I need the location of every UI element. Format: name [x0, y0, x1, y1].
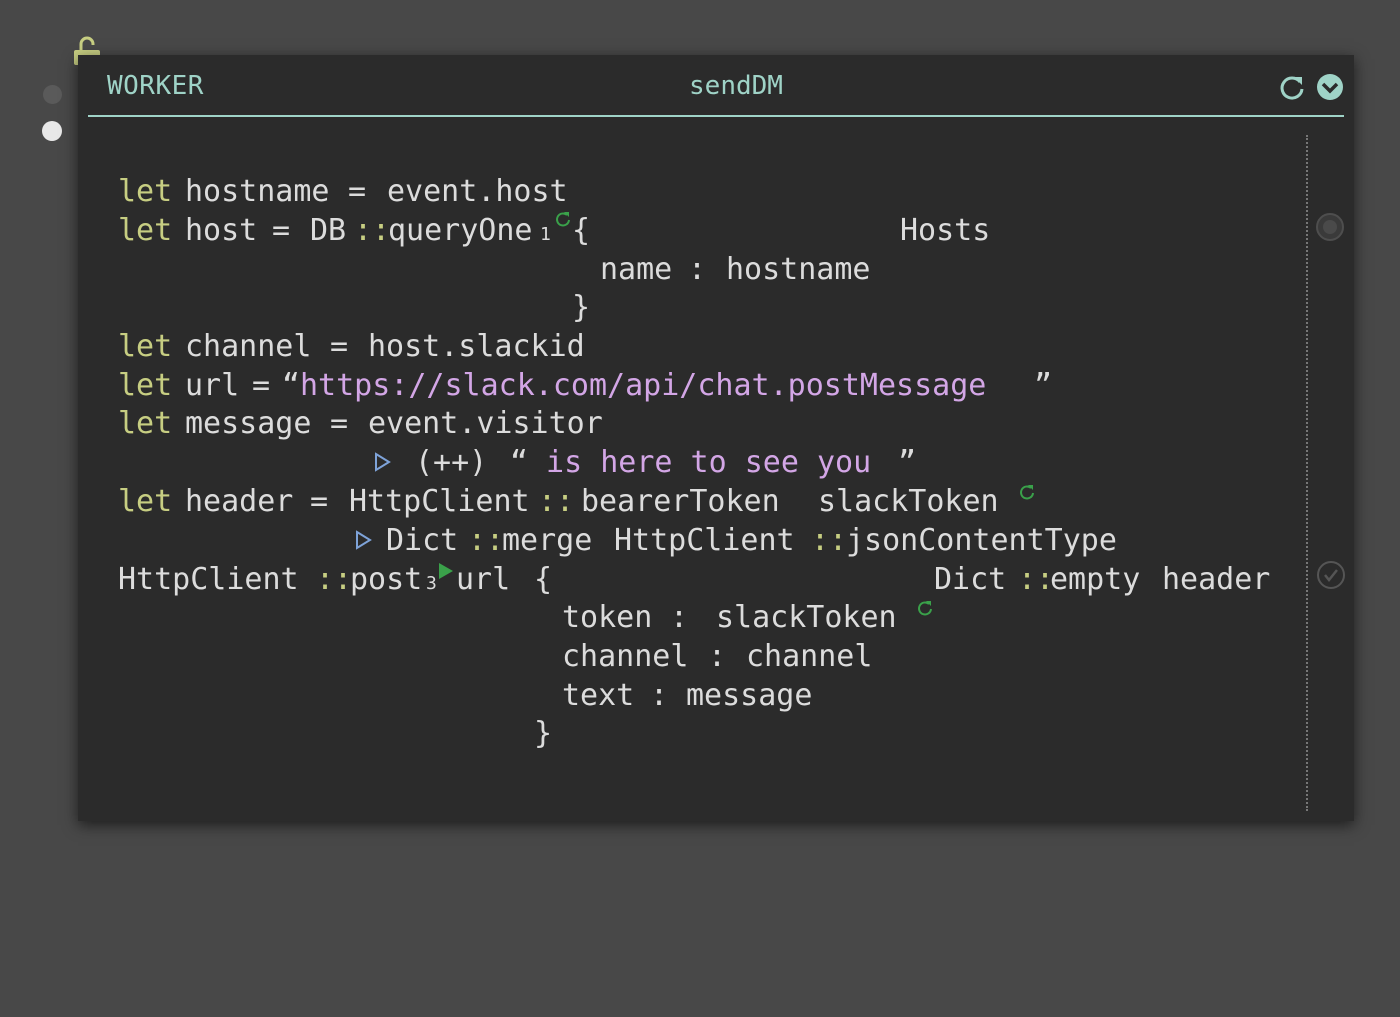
triangle-right-icon: [375, 452, 391, 472]
function-name[interactable]: bearerToken: [581, 487, 780, 517]
record-colon: :: [670, 600, 689, 635]
record-value[interactable]: message: [686, 681, 812, 711]
module-name[interactable]: Dict: [386, 526, 458, 556]
variable-name[interactable]: channel: [185, 332, 311, 362]
record-colon: :: [650, 678, 669, 713]
expression[interactable]: host.slackid: [368, 332, 585, 362]
function-argument[interactable]: header: [1162, 565, 1270, 595]
record-colon: :: [688, 252, 707, 287]
variable-name[interactable]: header: [185, 487, 293, 517]
record-value[interactable]: hostname: [726, 255, 871, 285]
refresh-icon[interactable]: [916, 599, 934, 617]
handler-name[interactable]: sendDM: [88, 71, 1384, 101]
record-open-brace: {: [534, 562, 553, 597]
record-close-brace: }: [534, 716, 553, 751]
refresh-icon[interactable]: [1278, 73, 1306, 101]
variable-name[interactable]: message: [185, 409, 311, 439]
string-literal[interactable]: https://slack.com/api/chat.postMessage: [300, 371, 986, 401]
module-name[interactable]: Dict: [934, 565, 1006, 595]
equals: =: [252, 368, 271, 403]
refresh-icon[interactable]: [554, 210, 572, 228]
namespace-separator: ::: [1018, 562, 1055, 597]
keyword-let[interactable]: let: [118, 487, 172, 517]
keyword-let[interactable]: let: [118, 177, 172, 207]
module-name[interactable]: HttpClient: [118, 565, 299, 595]
function-name[interactable]: queryOne: [388, 216, 533, 246]
module-name[interactable]: DB: [310, 216, 346, 246]
equals: =: [348, 174, 367, 209]
function-argument[interactable]: url: [456, 565, 510, 595]
string-open-quote: “: [510, 445, 529, 480]
namespace-separator: ::: [468, 523, 505, 558]
handler-header: WORKER sendDM: [88, 55, 1344, 117]
play-icon[interactable]: [437, 561, 455, 581]
db-table-name[interactable]: Hosts: [900, 216, 990, 246]
gutter-divider: [1306, 135, 1308, 811]
record-open-brace: {: [572, 213, 591, 248]
check-circle-icon[interactable]: [1316, 560, 1346, 590]
code-line: }: [78, 719, 552, 809]
record-field[interactable]: token: [562, 603, 652, 633]
keyword-let[interactable]: let: [118, 216, 172, 246]
variable-name[interactable]: hostname: [185, 177, 330, 207]
function-name[interactable]: jsonContentType: [846, 526, 1117, 556]
variable-name[interactable]: host: [185, 216, 257, 246]
function-name[interactable]: post: [350, 565, 422, 595]
function-version: 3: [426, 573, 437, 594]
handler-dot-active[interactable]: [42, 121, 62, 141]
function-version: 1: [540, 224, 551, 245]
keyword-let[interactable]: let: [118, 409, 172, 439]
refresh-icon[interactable]: [1018, 483, 1036, 501]
record-field[interactable]: name: [600, 255, 672, 285]
keyword-let[interactable]: let: [118, 371, 172, 401]
namespace-separator: ::: [811, 523, 848, 558]
string-close-quote: ”: [1034, 368, 1053, 403]
namespace-separator: ::: [316, 562, 353, 597]
handler-dot-inactive[interactable]: [43, 85, 62, 104]
handler-panel: WORKER sendDM let hostname = event.host …: [78, 55, 1354, 821]
code-editor[interactable]: let hostname = event.host let host = DB …: [78, 55, 1270, 1015]
module-name[interactable]: HttpClient: [349, 487, 530, 517]
equals: =: [330, 406, 349, 441]
record-field[interactable]: channel: [562, 642, 688, 672]
function-name[interactable]: empty: [1050, 565, 1140, 595]
equals: =: [310, 484, 329, 519]
expression[interactable]: event.host: [387, 177, 568, 207]
function-argument[interactable]: slackToken: [818, 487, 999, 517]
record-value[interactable]: channel: [746, 642, 872, 672]
chevron-down-icon[interactable]: [1316, 73, 1344, 101]
string-literal[interactable]: is here to see you: [528, 448, 871, 478]
namespace-separator: ::: [538, 484, 575, 519]
equals: =: [272, 213, 291, 248]
triangle-right-icon: [356, 530, 372, 550]
record-field[interactable]: text: [562, 681, 634, 711]
equals: =: [330, 329, 349, 364]
binary-operator[interactable]: (++): [415, 448, 487, 478]
feature-flag-circle-icon[interactable]: [1316, 213, 1344, 241]
string-close-quote: ”: [898, 445, 917, 480]
record-colon: :: [708, 639, 727, 674]
string-open-quote: “: [282, 368, 301, 403]
namespace-separator: ::: [354, 213, 391, 248]
module-name[interactable]: HttpClient: [614, 526, 795, 556]
function-name[interactable]: merge: [502, 526, 592, 556]
variable-name[interactable]: url: [185, 371, 239, 401]
record-value[interactable]: slackToken: [716, 603, 897, 633]
record-close-brace: }: [572, 290, 591, 325]
keyword-let[interactable]: let: [118, 332, 172, 362]
expression[interactable]: event.visitor: [368, 409, 603, 439]
